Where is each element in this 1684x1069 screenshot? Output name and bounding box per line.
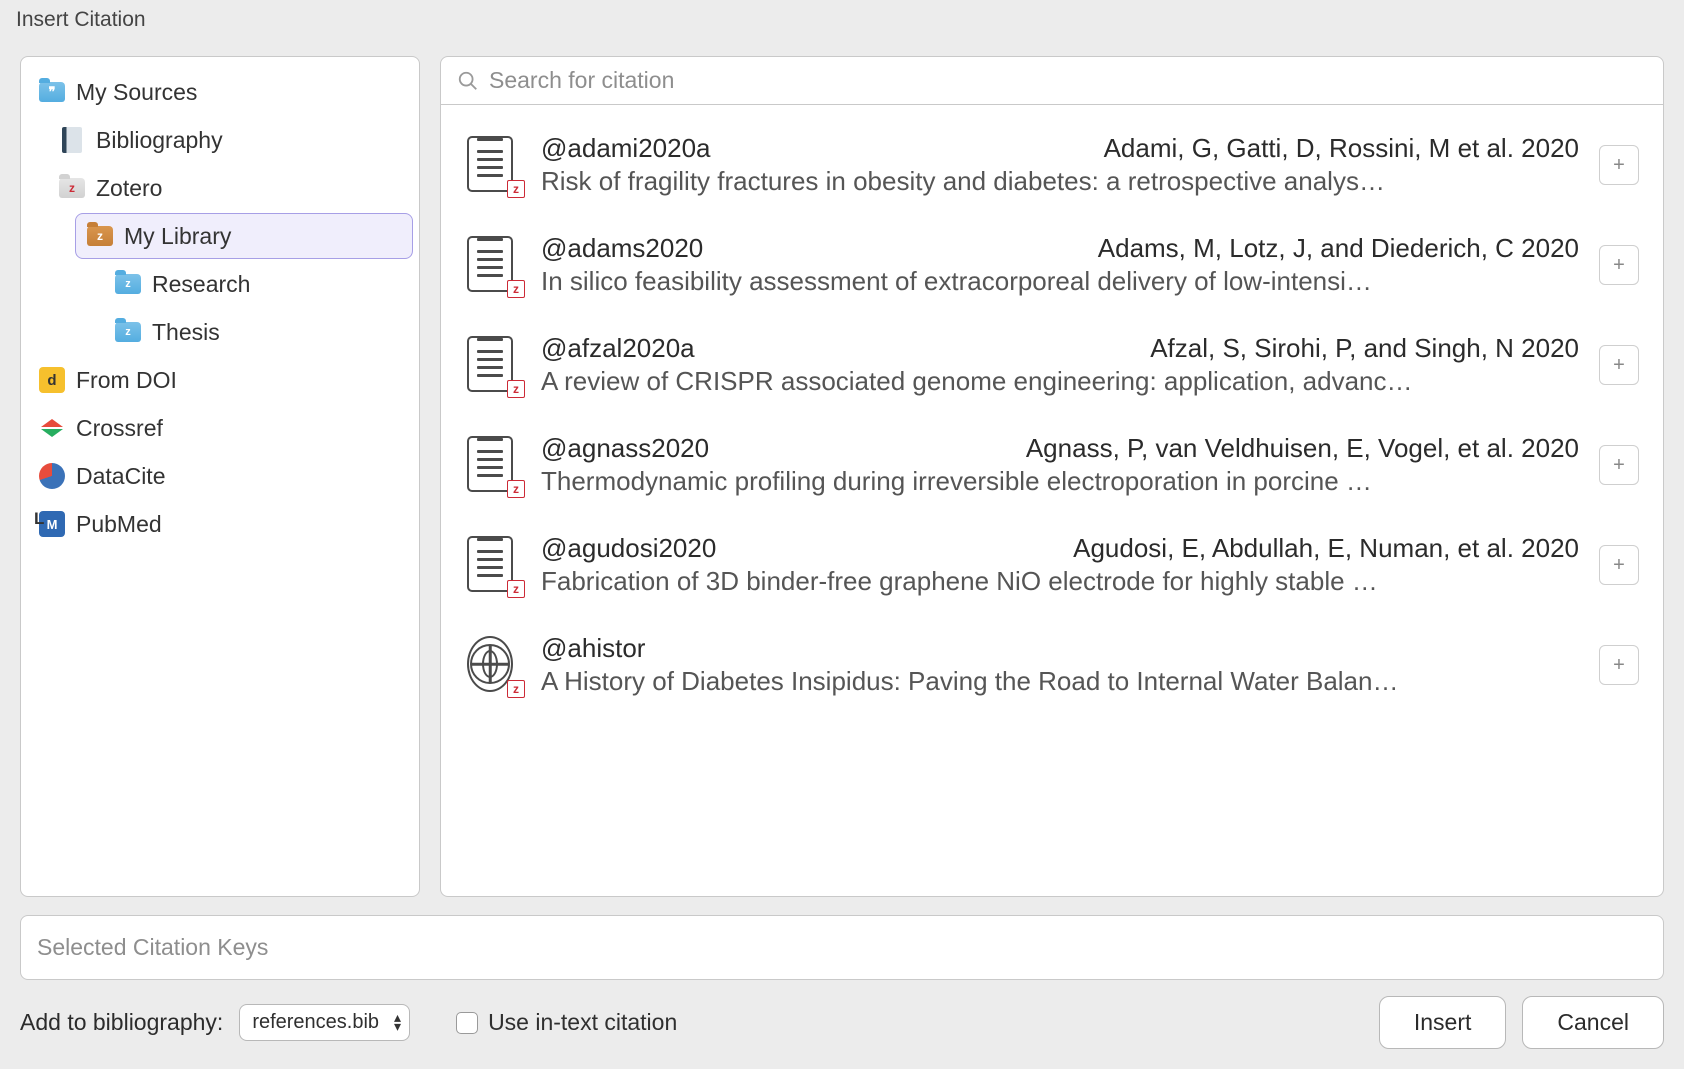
sidebar-item-label: Research: [152, 271, 250, 298]
sidebar-item-thesis[interactable]: z Thesis: [103, 309, 413, 355]
add-citation-button[interactable]: +: [1599, 445, 1639, 485]
add-citation-button[interactable]: +: [1599, 345, 1639, 385]
checkbox-icon: [456, 1012, 478, 1034]
result-authors: Adami, G, Gatti, D, Rossini, M et al. 20…: [731, 133, 1579, 164]
sidebar-item-crossref[interactable]: Crossref: [27, 405, 413, 451]
selected-citations-bar: [20, 915, 1664, 980]
result-title: A History of Diabetes Insipidus: Paving …: [541, 666, 1579, 697]
result-body: @ahistorA History of Diabetes Insipidus:…: [541, 633, 1579, 697]
sidebar-item-research[interactable]: z Research: [103, 261, 413, 307]
cancel-button[interactable]: Cancel: [1522, 996, 1664, 1049]
select-caret-icon: ▴▾: [394, 1013, 401, 1033]
result-row[interactable]: z @ahistorA History of Diabetes Insipidus…: [441, 615, 1659, 715]
bibliography-select[interactable]: references.bib ▴▾: [239, 1004, 410, 1041]
zotero-badge-icon: z: [507, 180, 525, 198]
result-body: @agnass2020 Agnass, P, van Veldhuisen, E,…: [541, 433, 1579, 497]
citation-dialog: Insert Citation ❞ My Sources Bibliograph…: [0, 0, 1684, 1069]
dialog-title: Insert Citation: [0, 0, 1684, 40]
collection-folder-icon: z: [114, 318, 142, 346]
result-icon-wrap: z: [467, 636, 521, 694]
sidebar-item-pubmed[interactable]: M PubMed: [27, 501, 413, 547]
sidebar-item-label: Bibliography: [96, 127, 223, 154]
book-icon: [58, 126, 86, 154]
folder-quote-icon: ❞: [38, 78, 66, 106]
zotero-folder-icon: z: [58, 174, 86, 202]
result-title: In silico feasibility assessment of extr…: [541, 266, 1579, 297]
content-panel: z @adami2020a Adami, G, Gatti, D, Rossini,…: [440, 56, 1664, 897]
intext-checkbox[interactable]: Use in-text citation: [456, 1009, 677, 1036]
doi-icon: d: [38, 366, 66, 394]
result-icon-wrap: z: [467, 336, 521, 394]
results-list[interactable]: z @adami2020a Adami, G, Gatti, D, Rossini,…: [440, 105, 1664, 897]
add-citation-button[interactable]: +: [1599, 145, 1639, 185]
zotero-badge-icon: z: [507, 480, 525, 498]
sidebar-item-label: Crossref: [76, 415, 163, 442]
sidebar-item-label: My Sources: [76, 79, 197, 106]
datacite-icon: [38, 462, 66, 490]
result-title: A review of CRISPR associated genome eng…: [541, 366, 1579, 397]
result-authors: Agudosi, E, Abdullah, E, Numan, et al. 2…: [736, 533, 1579, 564]
zotero-badge-icon: z: [507, 680, 525, 698]
result-title: Risk of fragility fractures in obesity a…: [541, 166, 1579, 197]
result-row[interactable]: z @agnass2020 Agnass, P, van Veldhuisen, E…: [441, 415, 1659, 515]
sidebar-item-zotero[interactable]: z Zotero: [47, 165, 413, 211]
result-title: Thermodynamic profiling during irreversi…: [541, 466, 1579, 497]
library-folder-icon: z: [86, 222, 114, 250]
zotero-badge-icon: z: [507, 380, 525, 398]
dialog-footer: Add to bibliography: references.bib ▴▾ U…: [0, 980, 1684, 1069]
cite-key: @adami2020a: [541, 133, 711, 164]
crossref-icon: [38, 414, 66, 442]
cite-key: @adams2020: [541, 233, 703, 264]
result-icon-wrap: z: [467, 236, 521, 294]
result-authors: Afzal, S, Sirohi, P, and Singh, N 2020: [715, 333, 1579, 364]
add-citation-button[interactable]: +: [1599, 545, 1639, 585]
sidebar-item-label: Thesis: [152, 319, 220, 346]
bibliography-select-value: references.bib: [252, 1011, 379, 1033]
sidebar-item-label: PubMed: [76, 511, 162, 538]
selected-citations-input[interactable]: [37, 934, 1647, 961]
cite-key: @agudosi2020: [541, 533, 716, 564]
intext-checkbox-label: Use in-text citation: [488, 1009, 677, 1036]
sidebar-item-doi[interactable]: d From DOI: [27, 357, 413, 403]
insert-button[interactable]: Insert: [1379, 996, 1507, 1049]
cite-key: @afzal2020a: [541, 333, 695, 364]
result-icon-wrap: z: [467, 436, 521, 494]
search-icon: [457, 70, 479, 92]
collection-folder-icon: z: [114, 270, 142, 298]
result-row[interactable]: z @adami2020a Adami, G, Gatti, D, Rossini,…: [441, 115, 1659, 215]
zotero-badge-icon: z: [507, 280, 525, 298]
sidebar-item-datacite[interactable]: DataCite: [27, 453, 413, 499]
sidebar-item-label: DataCite: [76, 463, 165, 490]
sidebar-item-my-sources[interactable]: ❞ My Sources: [27, 69, 413, 115]
sidebar-item-my-library[interactable]: z My Library: [75, 213, 413, 259]
result-authors: Adams, M, Lotz, J, and Diederich, C 2020: [723, 233, 1579, 264]
cite-key: @ahistor: [541, 633, 645, 664]
dialog-body: ❞ My Sources Bibliography z Zotero z My …: [0, 40, 1684, 897]
add-citation-button[interactable]: +: [1599, 645, 1639, 685]
sidebar-item-label: Zotero: [96, 175, 162, 202]
result-icon-wrap: z: [467, 536, 521, 594]
result-row[interactable]: z @adams2020 Adams, M, Lotz, J, and Dieder…: [441, 215, 1659, 315]
result-icon-wrap: z: [467, 136, 521, 194]
add-citation-button[interactable]: +: [1599, 245, 1639, 285]
search-bar: [440, 56, 1664, 105]
result-body: @adams2020 Adams, M, Lotz, J, and Diederi…: [541, 233, 1579, 297]
cite-key: @agnass2020: [541, 433, 709, 464]
zotero-badge-icon: z: [507, 580, 525, 598]
sources-sidebar: ❞ My Sources Bibliography z Zotero z My …: [20, 56, 420, 897]
sidebar-item-label: My Library: [124, 223, 231, 250]
result-title: Fabrication of 3D binder-free graphene N…: [541, 566, 1579, 597]
result-row[interactable]: z @afzal2020a Afzal, S, Sirohi, P, and Sin…: [441, 315, 1659, 415]
result-body: @adami2020a Adami, G, Gatti, D, Rossini, …: [541, 133, 1579, 197]
sidebar-item-bibliography[interactable]: Bibliography: [47, 117, 413, 163]
result-authors: Agnass, P, van Veldhuisen, E, Vogel, et …: [729, 433, 1579, 464]
result-body: @agudosi2020 Agudosi, E, Abdullah, E, Num…: [541, 533, 1579, 597]
result-row[interactable]: z @agudosi2020 Agudosi, E, Abdullah, E, Nu…: [441, 515, 1659, 615]
bibliography-label: Add to bibliography:: [20, 1009, 223, 1036]
result-body: @afzal2020a Afzal, S, Sirohi, P, and Sing…: [541, 333, 1579, 397]
sidebar-item-label: From DOI: [76, 367, 177, 394]
pubmed-icon: M: [38, 510, 66, 538]
search-input[interactable]: [489, 67, 1647, 94]
